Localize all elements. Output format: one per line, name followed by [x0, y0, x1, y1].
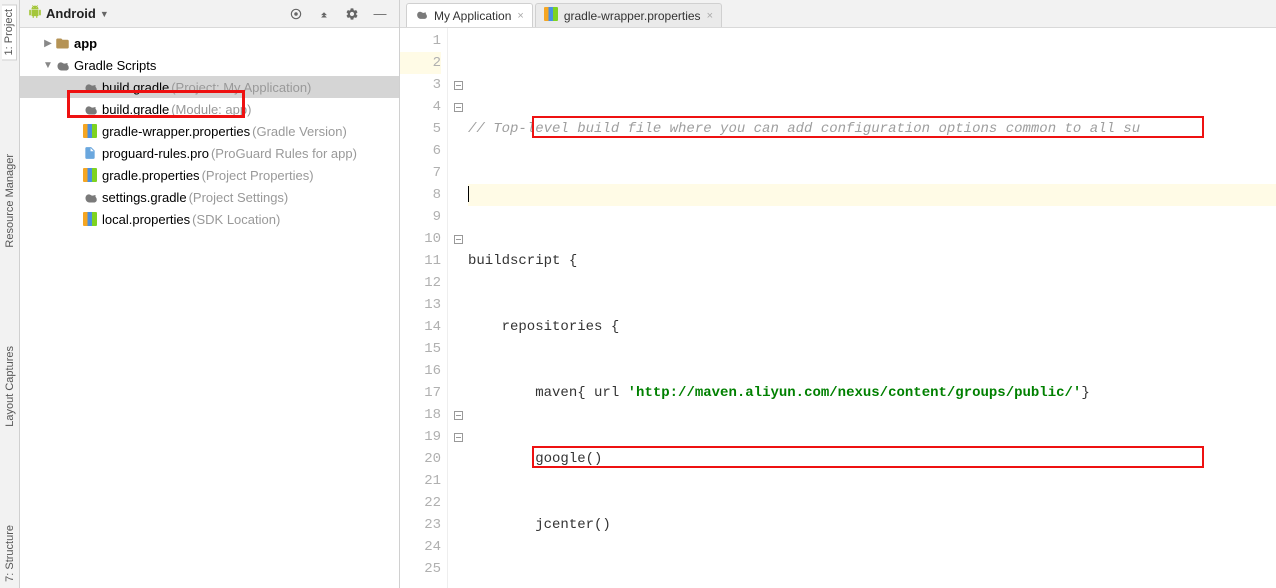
file-hint: (Project: My Application)	[171, 80, 311, 95]
code-content[interactable]: // Top-level build file where you can ad…	[468, 28, 1276, 588]
fold-toggle-icon[interactable]	[454, 81, 463, 90]
file-name: settings.gradle	[102, 190, 187, 205]
hide-icon[interactable]: —	[369, 3, 391, 25]
project-toolbar: Android ▼ —	[20, 0, 399, 28]
fold-column	[448, 28, 468, 588]
gradle-icon	[415, 8, 428, 24]
line-gutter: 1234567891011121314151617181920212223242…	[400, 28, 448, 588]
tree-file-item[interactable]: build.gradle (Module: app)	[20, 98, 399, 120]
close-icon[interactable]: ×	[517, 10, 523, 22]
project-panel: Android ▼ — ▶ app ▼ Gradle Scripts build…	[20, 0, 400, 588]
fold-toggle-icon[interactable]	[454, 235, 463, 244]
file-hint: (Gradle Version)	[252, 124, 347, 139]
gradle-icon	[82, 101, 98, 117]
close-icon[interactable]: ×	[707, 10, 713, 22]
editor-tabs: My Application×gradle-wrapper.properties…	[400, 0, 1276, 28]
fold-toggle-icon[interactable]	[454, 103, 463, 112]
properties-icon	[82, 167, 98, 183]
tree-node-app[interactable]: ▶ app	[20, 32, 399, 54]
tab-label: gradle-wrapper.properties	[564, 9, 701, 23]
tree-file-item[interactable]: settings.gradle (Project Settings)	[20, 186, 399, 208]
tree-file-item[interactable]: gradle.properties (Project Properties)	[20, 164, 399, 186]
file-hint: (Project Properties)	[202, 168, 314, 183]
editor-tab[interactable]: gradle-wrapper.properties ×	[535, 3, 722, 27]
sidebar-tab-layout-captures[interactable]: Layout Captures	[3, 342, 17, 431]
sidebar-tab-project[interactable]: 1: Project	[2, 4, 17, 60]
editor-area: My Application×gradle-wrapper.properties…	[400, 0, 1276, 588]
properties-icon	[82, 211, 98, 227]
gradle-icon	[82, 79, 98, 95]
sidebar-tab-resource-manager[interactable]: Resource Manager	[3, 150, 17, 252]
file-icon	[82, 145, 98, 161]
tree-file-item[interactable]: gradle-wrapper.properties (Gradle Versio…	[20, 120, 399, 142]
properties-icon	[544, 7, 558, 24]
tool-window-bar: 1: Project Resource Manager Layout Captu…	[0, 0, 20, 588]
file-name: local.properties	[102, 212, 190, 227]
fold-toggle-icon[interactable]	[454, 411, 463, 420]
file-hint: (SDK Location)	[192, 212, 280, 227]
project-mode-selector[interactable]: Android ▼	[28, 5, 109, 22]
sidebar-tab-structure[interactable]: 7: Structure	[3, 521, 17, 586]
tree-file-item[interactable]: build.gradle (Project: My Application)	[20, 76, 399, 98]
collapse-icon[interactable]	[313, 3, 335, 25]
file-hint: (Module: app)	[171, 102, 251, 117]
properties-icon	[82, 123, 98, 139]
file-name: gradle.properties	[102, 168, 200, 183]
file-name: build.gradle	[102, 102, 169, 117]
gear-icon[interactable]	[341, 3, 363, 25]
file-name: proguard-rules.pro	[102, 146, 209, 161]
locate-icon[interactable]	[285, 3, 307, 25]
code-editor[interactable]: 1234567891011121314151617181920212223242…	[400, 28, 1276, 588]
file-name: build.gradle	[102, 80, 169, 95]
project-tree: ▶ app ▼ Gradle Scripts build.gradle (Pro…	[20, 28, 399, 234]
file-hint: (ProGuard Rules for app)	[211, 146, 357, 161]
folder-icon	[54, 35, 70, 51]
gradle-icon	[54, 57, 70, 73]
tab-label: My Application	[434, 9, 511, 23]
file-name: gradle-wrapper.properties	[102, 124, 250, 139]
android-icon	[28, 5, 42, 22]
editor-tab[interactable]: My Application ×	[406, 3, 533, 27]
fold-toggle-icon[interactable]	[454, 433, 463, 442]
tree-file-item[interactable]: local.properties (SDK Location)	[20, 208, 399, 230]
file-hint: (Project Settings)	[189, 190, 289, 205]
tree-node-gradle-scripts[interactable]: ▼ Gradle Scripts	[20, 54, 399, 76]
gradle-icon	[82, 189, 98, 205]
tree-file-item[interactable]: proguard-rules.pro (ProGuard Rules for a…	[20, 142, 399, 164]
